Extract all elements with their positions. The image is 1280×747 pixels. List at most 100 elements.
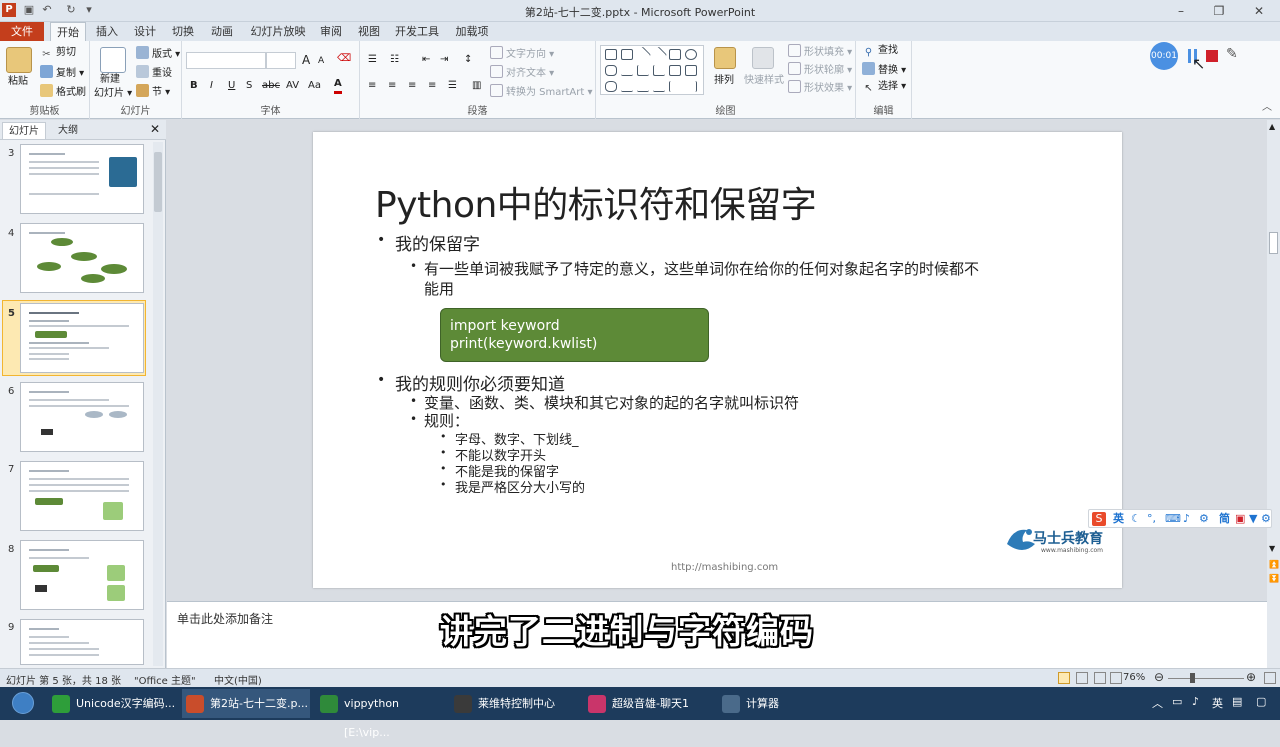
zoom-level[interactable]: 76% — [1123, 672, 1145, 683]
tray-lang[interactable]: 英 — [1212, 695, 1223, 711]
italic-button[interactable]: I — [210, 79, 213, 93]
taskbar-item[interactable]: 计算器 — [718, 689, 846, 718]
align-text-button[interactable]: 对齐文本 ▾ — [490, 65, 554, 81]
align-right-icon[interactable]: ≡ — [408, 79, 416, 93]
align-left-icon[interactable]: ≡ — [368, 79, 376, 93]
shape-scribble-icon[interactable] — [653, 81, 665, 92]
tab-review[interactable]: 审阅 — [314, 22, 348, 41]
cut-button[interactable]: ✂ 剪切 — [40, 46, 76, 61]
shape-curve-icon[interactable] — [621, 81, 633, 92]
notes-placeholder[interactable]: 单击此处添加备注 — [177, 610, 273, 627]
pause-icon[interactable] — [1188, 49, 1191, 63]
zoom-in-icon[interactable]: ⊕ — [1246, 670, 1256, 684]
columns-icon[interactable]: ▥ — [472, 79, 481, 93]
shape-elbow-icon[interactable] — [637, 65, 649, 76]
slide-sorter-icon[interactable] — [1076, 672, 1088, 684]
tab-slideshow[interactable]: 幻灯片放映 — [246, 22, 310, 41]
shape-rectangle-icon[interactable] — [669, 49, 681, 60]
shape-right-arrow-icon[interactable] — [669, 65, 681, 76]
shape-rounded-rect-icon[interactable] — [605, 65, 617, 76]
prev-slide-icon[interactable]: ⏫ — [1269, 560, 1279, 569]
taskbar-item[interactable]: 莱维特控制中心 — [450, 689, 578, 718]
maximize-button[interactable]: ❐ — [1204, 2, 1234, 20]
smartart-button[interactable]: 转换为 SmartArt ▾ — [490, 84, 593, 100]
font-name-input[interactable] — [186, 52, 266, 69]
minimize-button[interactable]: – — [1166, 2, 1196, 20]
shape-brace-right-icon[interactable] — [685, 81, 697, 92]
zoom-out-icon[interactable]: ⊖ — [1154, 670, 1164, 684]
taskbar-item[interactable]: 超级音雄-聊天1 — [584, 689, 712, 718]
slideshow-view-icon[interactable] — [1110, 672, 1122, 684]
tab-addins[interactable]: 加载项 — [450, 22, 494, 41]
skin-icon[interactable]: ▣ — [1235, 512, 1245, 526]
moon-icon[interactable]: ☾ — [1131, 512, 1141, 526]
tab-home[interactable]: 开始 — [50, 22, 86, 42]
zoom-slider[interactable] — [1168, 678, 1244, 679]
shape-triangle-icon[interactable] — [621, 65, 633, 76]
slide-scrollbar[interactable]: ▲ ▼ ⏫ ⏬ — [1267, 120, 1280, 668]
taskbar-item[interactable]: Unicode汉字编码... — [48, 689, 178, 718]
network-icon[interactable]: ▭ — [1172, 695, 1182, 708]
shape-rect-icon[interactable] — [605, 49, 617, 60]
thumbnail-slide-7[interactable] — [20, 461, 144, 531]
change-case-button[interactable]: Aa — [308, 79, 321, 93]
new-slide-dropdown[interactable]: 幻灯片 ▾ — [94, 87, 132, 101]
scroll-down-icon[interactable]: ▼ — [1269, 544, 1275, 553]
bold-button[interactable]: B — [190, 79, 198, 93]
settings-icon[interactable]: ⚙ — [1261, 512, 1271, 526]
shape-freeform-icon[interactable] — [637, 81, 649, 92]
text-direction-button[interactable]: 文字方向 ▾ — [490, 46, 554, 62]
pen-icon[interactable]: ✎ — [1226, 46, 1238, 62]
align-center-icon[interactable]: ≡ — [388, 79, 396, 93]
ime-tray-icon[interactable]: ▤ — [1232, 695, 1242, 708]
ime-lang-indicator[interactable]: 英 — [1113, 512, 1124, 526]
copy-button[interactable]: 复制 ▾ — [40, 65, 84, 81]
start-button-icon[interactable] — [12, 692, 34, 714]
shape-hexagon-icon[interactable] — [605, 81, 617, 92]
line-spacing-icon[interactable]: ↕ — [464, 53, 472, 67]
paste-icon[interactable] — [6, 47, 32, 73]
shape-outline-button[interactable]: 形状轮廓 ▾ — [788, 62, 852, 78]
shape-elbow2-icon[interactable] — [653, 65, 665, 76]
tab-outline[interactable]: 大纲 — [52, 122, 84, 139]
scrollbar-thumb[interactable] — [1269, 232, 1278, 254]
tab-design[interactable]: 设计 — [128, 22, 162, 41]
keyboard-icon[interactable]: ⌨ — [1165, 512, 1181, 526]
thumbnail-slide-9[interactable] — [20, 619, 144, 665]
code-box[interactable]: import keyword print(keyword.kwlist) — [440, 308, 709, 362]
scroll-up-icon[interactable]: ▲ — [1269, 122, 1275, 131]
shadow-button[interactable]: S — [246, 79, 252, 93]
underline-button[interactable]: U — [228, 79, 235, 93]
font-size-input[interactable] — [266, 52, 296, 69]
toolbox-icon[interactable]: ⚙ — [1199, 512, 1209, 526]
reset-button[interactable]: 重设 — [136, 65, 172, 81]
thumbnail-slide-4[interactable] — [20, 223, 144, 293]
find-button[interactable]: ⚲ 查找 — [862, 44, 898, 59]
sogou-logo-icon[interactable]: S — [1092, 512, 1106, 526]
grow-font-button[interactable]: A — [302, 53, 310, 67]
pane-scrollbar[interactable] — [153, 142, 163, 666]
indent-increase-icon[interactable]: ⇥ — [440, 53, 448, 67]
arrange-icon[interactable] — [714, 47, 736, 69]
slide-canvas[interactable]: Python中的标识符和保留字 • 我的保留字 • 有一些单词被我赋予了特定的意… — [313, 132, 1122, 588]
tray-expand-icon[interactable]: ︿ — [1152, 695, 1163, 711]
thumbnail-slide-6[interactable] — [20, 382, 144, 452]
clear-format-icon[interactable]: ⌫ — [337, 52, 351, 66]
taskbar-item-active[interactable]: 第2站-七十二变.p... — [182, 689, 310, 718]
next-slide-icon[interactable]: ⏬ — [1269, 574, 1279, 583]
reading-view-icon[interactable] — [1094, 672, 1106, 684]
punctuation-icon[interactable]: °, — [1147, 512, 1156, 526]
strikethrough-button[interactable]: abc — [262, 79, 280, 93]
tab-file[interactable]: 文件 — [0, 22, 44, 41]
indent-decrease-icon[interactable]: ⇤ — [422, 53, 430, 67]
collapse-ribbon-icon[interactable]: ︿ — [1262, 101, 1272, 115]
new-slide-label[interactable]: 新建 — [100, 73, 120, 87]
tab-animations[interactable]: 动画 — [204, 22, 240, 41]
thumbnail-slide-8[interactable] — [20, 540, 144, 610]
tab-transitions[interactable]: 切换 — [166, 22, 200, 41]
numbering-icon[interactable]: ☷ — [390, 53, 399, 67]
thumbnail-slide-3[interactable] — [20, 144, 144, 214]
shirt-icon[interactable]: ▼ — [1249, 512, 1257, 526]
justify-icon[interactable]: ≡ — [428, 79, 436, 93]
shape-effects-button[interactable]: 形状效果 ▾ — [788, 80, 852, 96]
